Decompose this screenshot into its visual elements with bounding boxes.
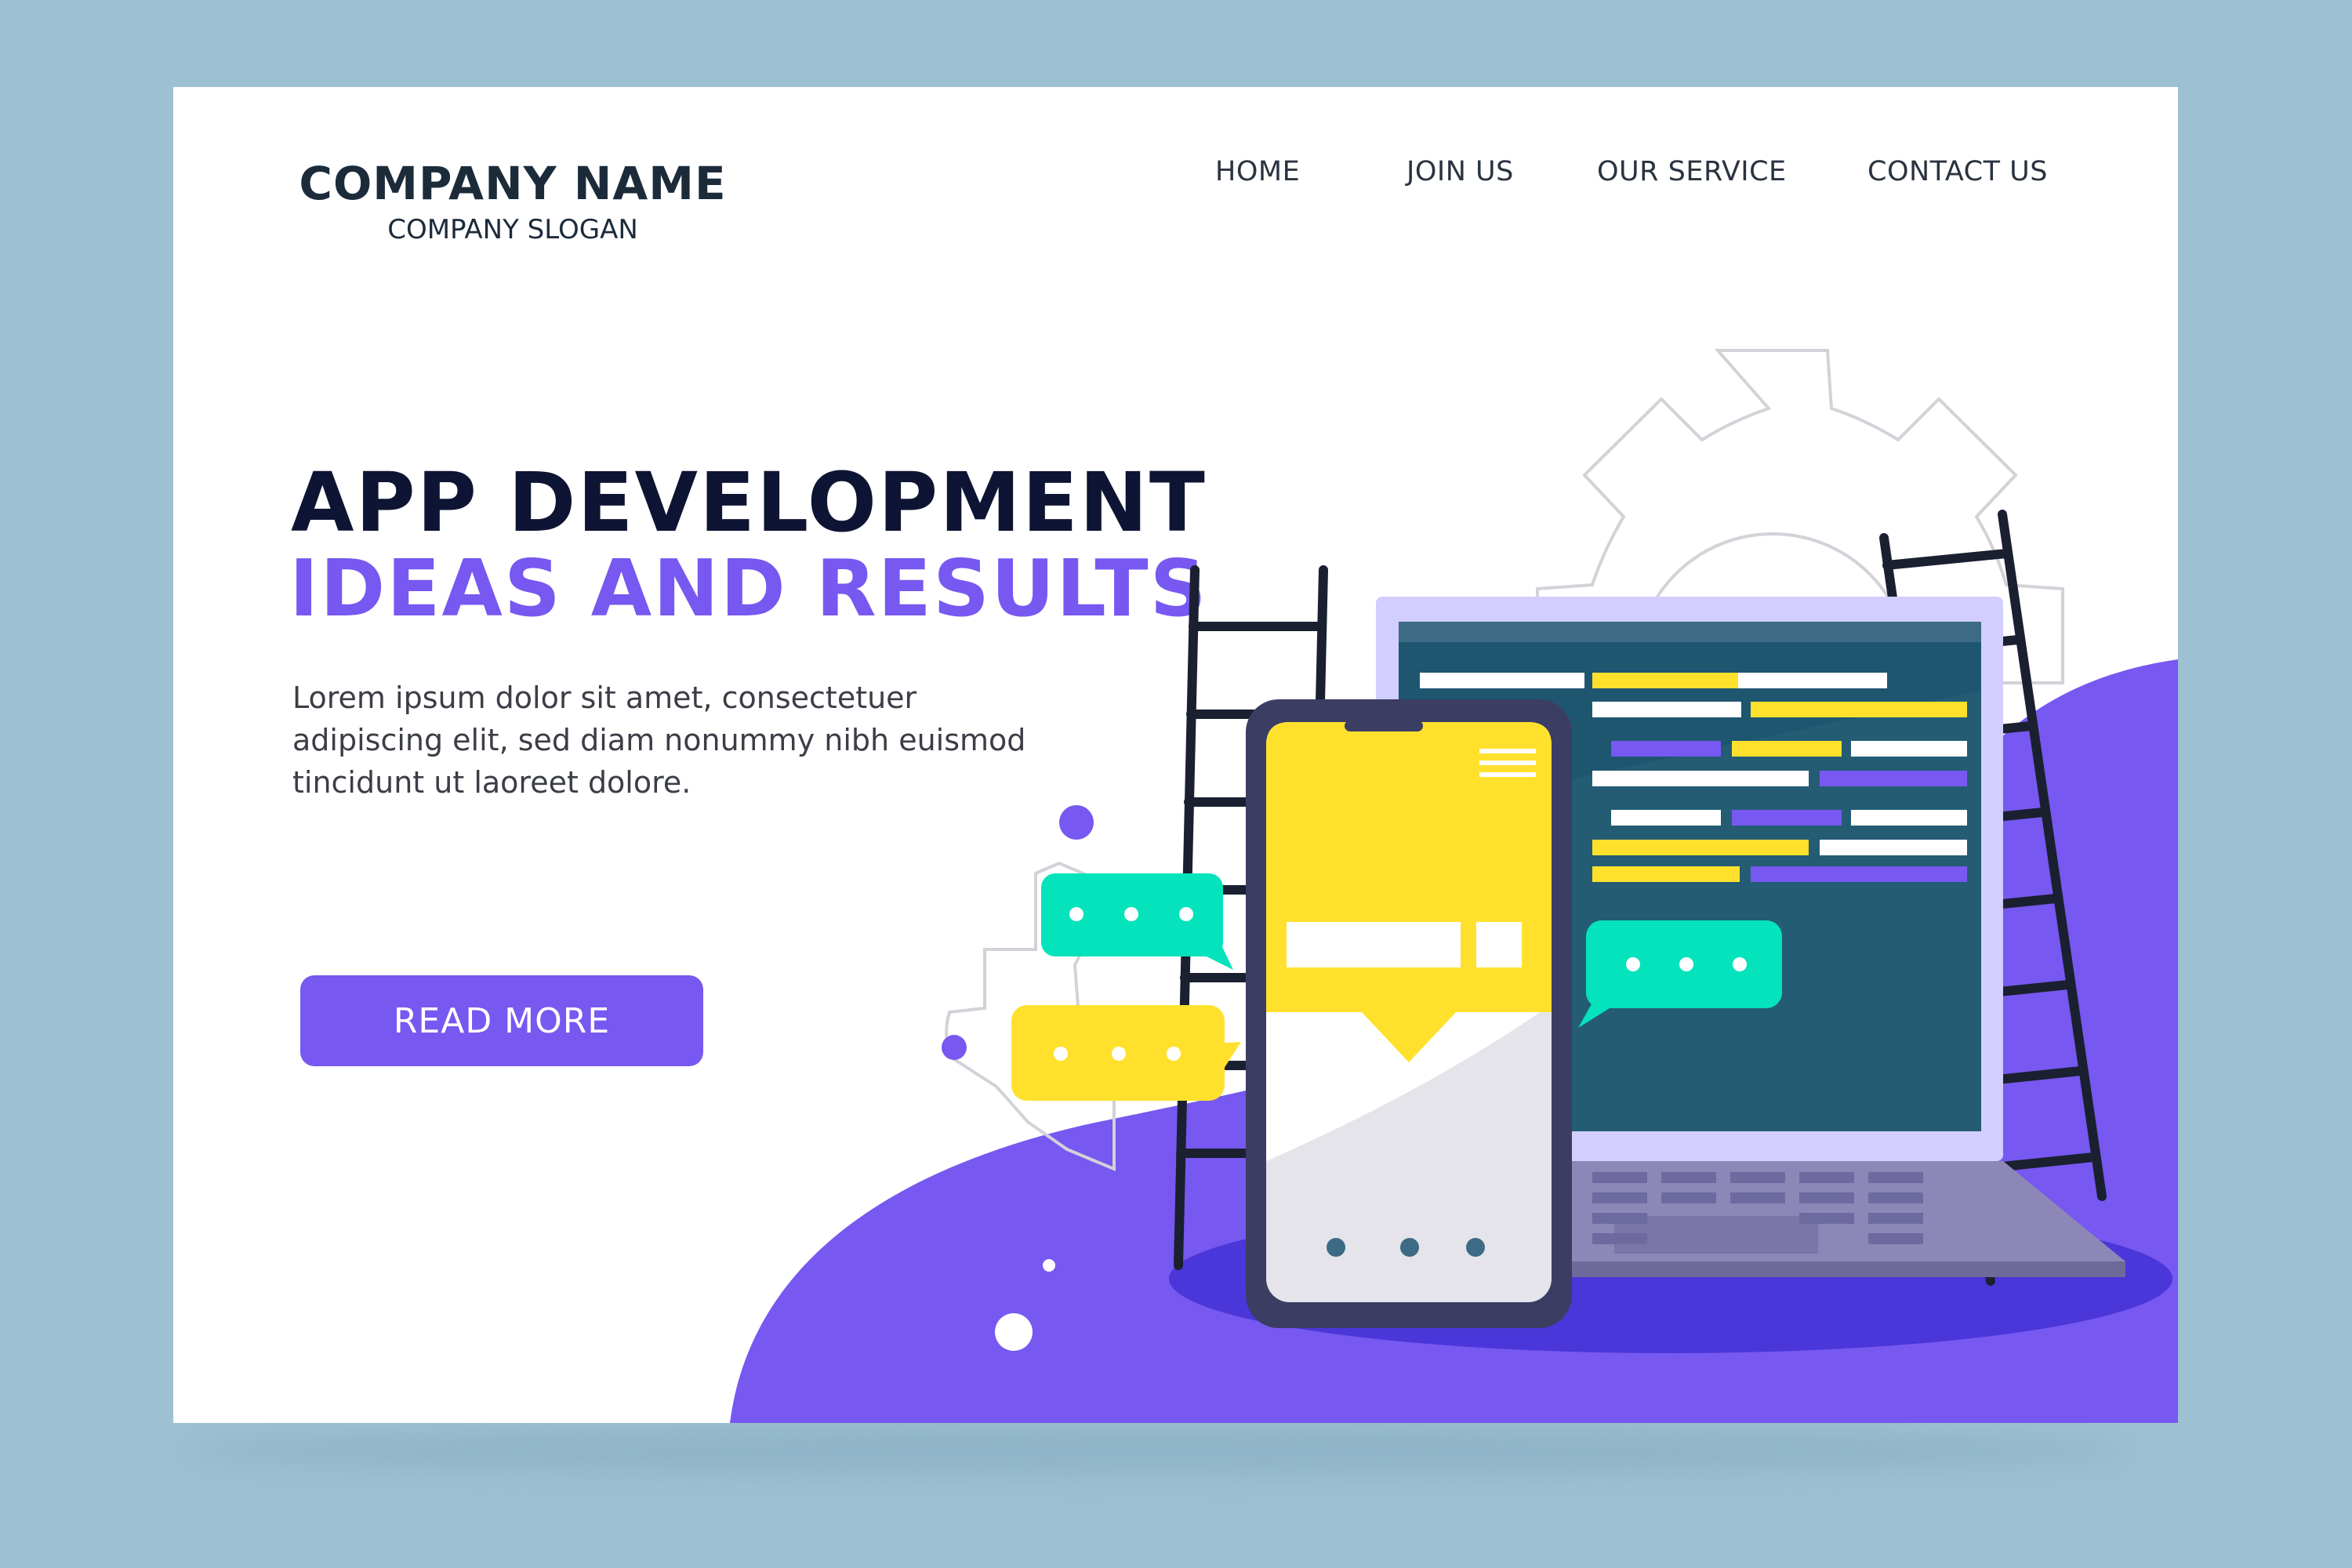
landing-page-card: COMPANY NAME COMPANY SLOGAN HOME JOIN US… [173, 87, 2178, 1423]
dot-purple-left [942, 1035, 967, 1060]
card-shadow [185, 1427, 2129, 1474]
hero-illustration [730, 349, 2178, 1423]
chat-bubble-teal-icon [1041, 873, 1233, 970]
dot-white-large [995, 1313, 1033, 1351]
dot-white-small [1043, 1259, 1055, 1272]
phone-icon [1246, 699, 1572, 1328]
dot-purple-top [1059, 805, 1094, 840]
chat-bubble-yellow-icon [1011, 1005, 1241, 1101]
